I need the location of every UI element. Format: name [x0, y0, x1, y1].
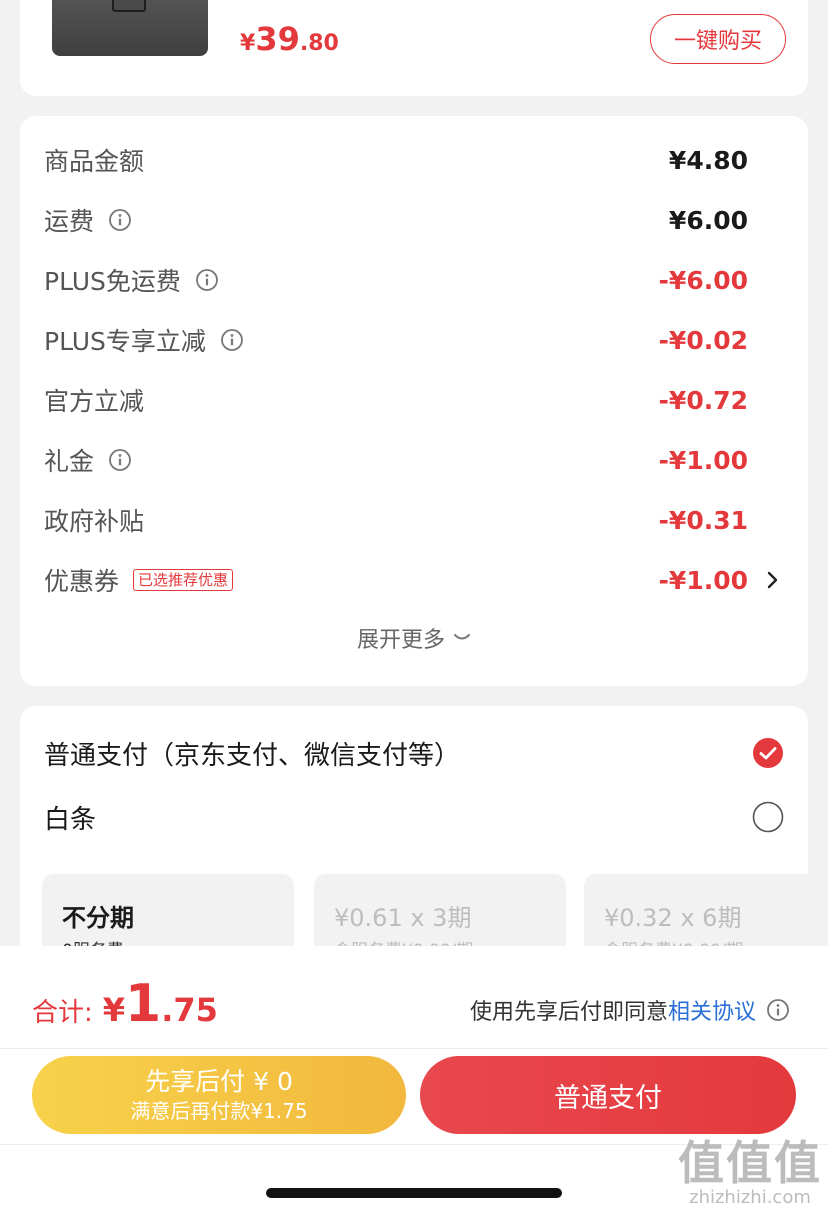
- fee-value: -¥0.72: [658, 385, 748, 415]
- fee-row-plus-free-shipping: PLUS免运费 -¥6.00: [20, 258, 808, 302]
- product-price-integer: 39: [255, 20, 300, 58]
- fee-value: -¥0.31: [658, 505, 748, 535]
- chevron-down-icon: [454, 634, 470, 640]
- total-label: 合计:: [32, 998, 93, 1028]
- fee-label: 商品金额: [44, 147, 145, 176]
- info-icon[interactable]: [766, 998, 790, 1022]
- agreement-notice: 使用先享后付即同意 相关协议: [470, 994, 790, 1026]
- total-currency: ¥: [102, 991, 126, 1029]
- pay-later-button[interactable]: 先享后付 ¥ 0 满意后再付款¥1.75: [32, 1056, 406, 1134]
- product-price-currency: ¥: [240, 31, 256, 56]
- site-watermark: 值值值 zhizhizhi.com: [678, 1138, 822, 1208]
- unchecked-radio-icon[interactable]: [752, 801, 784, 833]
- recommended-coupon-badge: 已选推荐优惠: [133, 569, 234, 591]
- fee-label: 优惠券: [44, 567, 120, 596]
- plan-main-label: 不分期: [62, 904, 134, 932]
- divider: [0, 1048, 828, 1049]
- product-image-detail: [112, 0, 146, 12]
- pay-later-subtitle: 满意后再付款¥1.75: [130, 1099, 308, 1123]
- agreement-link[interactable]: 相关协议: [668, 994, 756, 1026]
- pay-later-title: 先享后付 ¥ 0: [145, 1067, 293, 1096]
- normal-pay-button[interactable]: 普通支付: [420, 1056, 796, 1134]
- payment-option-baitiao[interactable]: 白条: [44, 795, 784, 839]
- fee-row-coupon[interactable]: 优惠券 已选推荐优惠 -¥1.00: [20, 558, 808, 602]
- watermark-url: zhizhizhi.com: [689, 1187, 811, 1208]
- product-card: ¥39.80 一键购买: [20, 0, 808, 96]
- watermark-logo: 值值值: [678, 1136, 822, 1190]
- fee-label: PLUS专享立减: [44, 327, 206, 356]
- payment-option-label: 普通支付（京东支付、微信支付等）: [44, 740, 461, 771]
- info-icon[interactable]: [108, 448, 132, 472]
- fee-value: -¥0.02: [658, 325, 748, 355]
- payment-option-label: 白条: [44, 804, 97, 835]
- fee-value: ¥6.00: [668, 205, 748, 235]
- product-price: ¥39.80: [240, 20, 339, 58]
- total-decimal: .75: [161, 991, 218, 1029]
- fee-value: ¥4.80: [668, 145, 748, 175]
- fee-label: 礼金: [44, 447, 95, 476]
- plan-main-label: ¥0.61 x 3期: [334, 904, 472, 932]
- fee-value: -¥1.00: [658, 565, 748, 595]
- fee-row-goods-amount: 商品金额 ¥4.80: [20, 138, 808, 182]
- product-price-decimal: .80: [299, 31, 339, 56]
- info-icon[interactable]: [220, 328, 244, 352]
- order-total: 合计: ¥ 1 .75: [32, 974, 218, 1034]
- product-image[interactable]: [52, 0, 208, 56]
- home-indicator: [266, 1188, 562, 1198]
- chevron-right-icon[interactable]: [766, 570, 780, 590]
- info-icon[interactable]: [195, 268, 219, 292]
- info-icon[interactable]: [108, 208, 132, 232]
- plan-main-label: ¥0.32 x 6期: [604, 904, 742, 932]
- fee-breakdown-card: 商品金额 ¥4.80 运费 ¥6.00 PLUS免运费 -¥6.00 PLUS专…: [20, 116, 808, 686]
- payment-option-normal[interactable]: 普通支付（京东支付、微信支付等）: [44, 731, 784, 775]
- checked-radio-icon[interactable]: [752, 737, 784, 769]
- fee-label: 政府补贴: [44, 507, 145, 536]
- total-integer: 1: [125, 974, 162, 1034]
- expand-more-button[interactable]: 展开更多: [20, 622, 808, 654]
- fee-row-government-subsidy: 政府补贴 -¥0.31: [20, 498, 808, 542]
- agreement-text: 使用先享后付即同意: [469, 1000, 668, 1025]
- fee-label: 官方立减: [44, 387, 145, 416]
- fee-label: PLUS免运费: [44, 267, 181, 296]
- fee-row-gift-money: 礼金 -¥1.00: [20, 438, 808, 482]
- fee-row-official-discount: 官方立减 -¥0.72: [20, 378, 808, 422]
- fee-value: -¥6.00: [658, 265, 748, 295]
- fee-row-shipping: 运费 ¥6.00: [20, 198, 808, 242]
- fee-row-plus-discount: PLUS专享立减 -¥0.02: [20, 318, 808, 362]
- fee-label: 运费: [44, 207, 95, 236]
- bottom-checkout-bar: 合计: ¥ 1 .75 使用先享后付即同意 相关协议 先享后付 ¥ 0 满意后再…: [0, 946, 828, 1212]
- expand-more-label: 展开更多: [356, 628, 445, 653]
- fee-value: -¥1.00: [658, 445, 748, 475]
- one-click-buy-button[interactable]: 一键购买: [650, 14, 786, 64]
